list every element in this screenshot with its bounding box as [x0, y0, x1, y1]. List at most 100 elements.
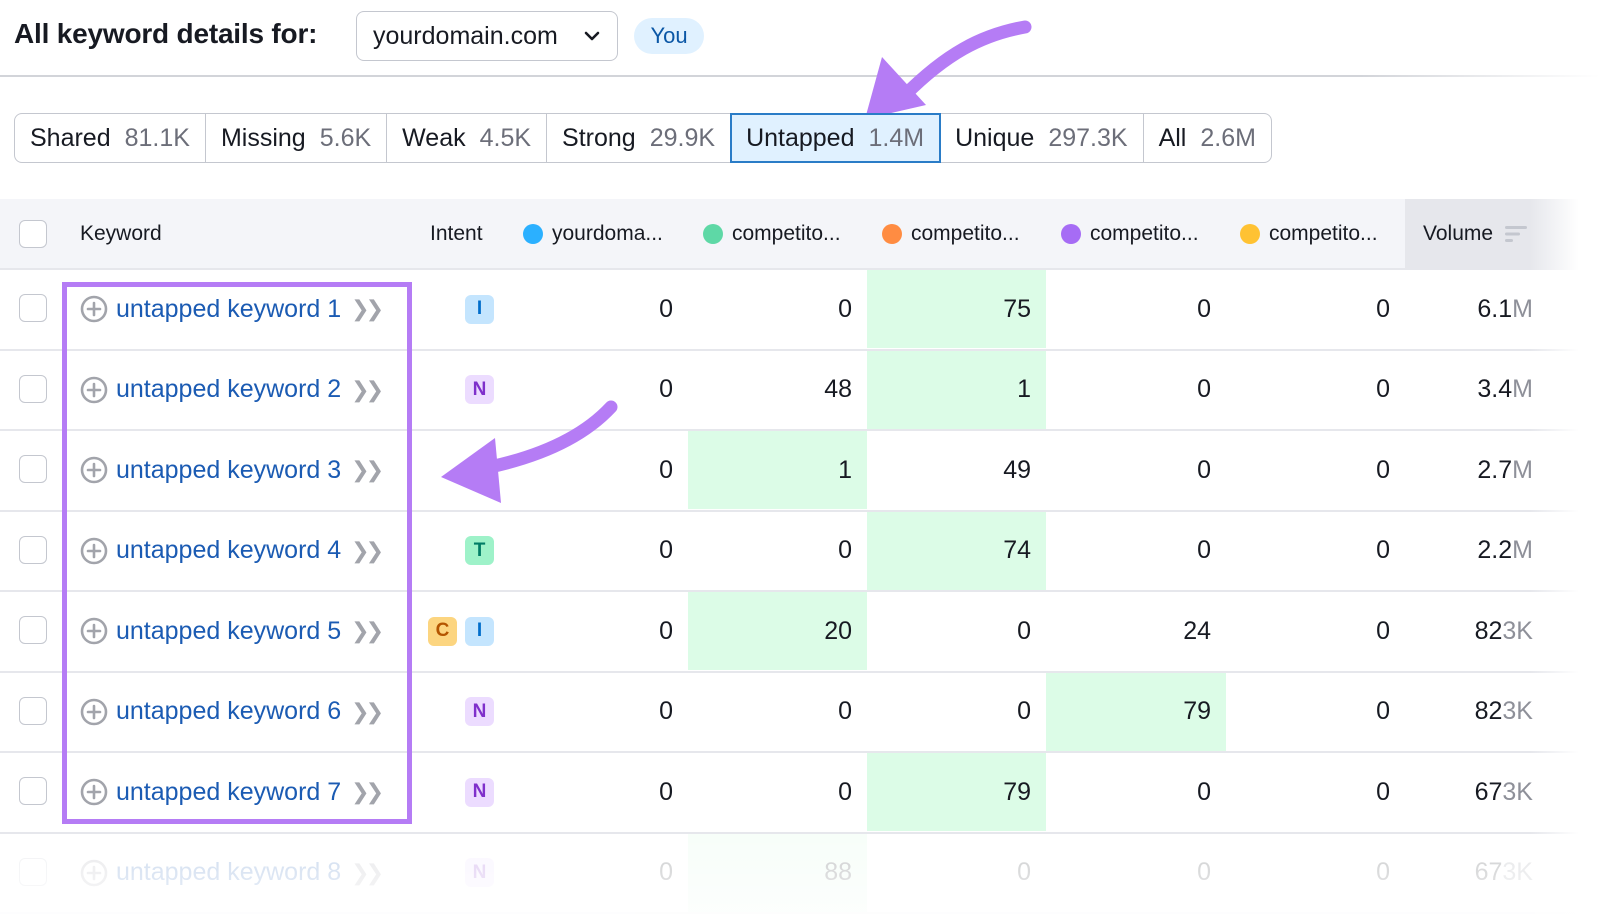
row-checkbox[interactable]: [19, 616, 47, 644]
add-keyword-icon[interactable]: [80, 295, 108, 323]
position-cell: 0: [1197, 455, 1211, 484]
volume-value: 6.1: [1477, 294, 1513, 323]
keyword-details-chevron-icon[interactable]: ❯❯: [351, 779, 384, 805]
table-row: untapped keyword 1 ❯❯ I 0 0 75 0 0 6.1 M: [0, 270, 1600, 351]
tab-unique[interactable]: Unique 297.3K: [940, 114, 1144, 162]
keyword-text: untapped keyword 3: [116, 455, 342, 484]
tab-label: Weak: [402, 123, 466, 152]
tab-missing[interactable]: Missing 5.6K: [206, 114, 388, 162]
keyword-link[interactable]: untapped keyword 1 ❯❯: [80, 270, 384, 348]
position-cell: 0: [659, 375, 673, 403]
tab-label: Strong: [562, 123, 636, 152]
position-cell: 0: [1017, 697, 1031, 725]
select-all-checkbox[interactable]: [19, 220, 47, 248]
keyword-link[interactable]: untapped keyword 4 ❯❯: [80, 512, 384, 590]
page-title: All keyword details for:: [14, 18, 318, 49]
position-cell: 79: [1046, 672, 1226, 751]
tab-strong[interactable]: Strong 29.9K: [547, 114, 732, 162]
domain-dropdown[interactable]: yourdomain.com: [356, 11, 618, 61]
column-header-intent[interactable]: Intent: [430, 199, 483, 268]
intent-badge-t: T: [465, 536, 494, 565]
tab-label: Unique: [955, 123, 1035, 152]
tab-count: 29.9K: [649, 123, 716, 152]
keyword-text: untapped keyword 5: [116, 616, 342, 645]
add-keyword-icon[interactable]: [80, 537, 108, 565]
column-header-your-domain[interactable]: yourdoma...: [523, 199, 663, 268]
position-cell: 0: [1376, 616, 1390, 645]
tab-count: 297.3K: [1048, 123, 1128, 152]
keyword-details-chevron-icon[interactable]: ❯❯: [351, 377, 384, 403]
keyword-text: untapped keyword 8: [116, 858, 342, 886]
column-header-label: competito...: [1090, 221, 1199, 245]
volume-cell: 2.2 M: [1405, 512, 1548, 590]
position-cell: 75: [867, 270, 1046, 348]
keyword-details-chevron-icon[interactable]: ❯❯: [351, 457, 384, 483]
sort-icon[interactable]: [1505, 225, 1528, 243]
keyword-details-chevron-icon[interactable]: ❯❯: [351, 296, 384, 322]
add-keyword-icon[interactable]: [80, 617, 108, 645]
tab-weak[interactable]: Weak 4.5K: [387, 114, 548, 162]
intent-badges: T: [465, 512, 494, 590]
row-checkbox[interactable]: [19, 777, 47, 805]
position-cell: 0: [1197, 294, 1211, 323]
row-checkbox[interactable]: [19, 374, 47, 403]
keyword-link[interactable]: untapped keyword 6 ❯❯: [80, 673, 384, 751]
keyword-link[interactable]: untapped keyword 5 ❯❯: [80, 592, 384, 670]
column-header-volume[interactable]: Volume: [1405, 199, 1600, 268]
position-cell: 0: [1197, 858, 1211, 886]
row-checkbox[interactable]: [19, 455, 47, 483]
position-cell: 0: [1376, 697, 1390, 725]
keyword-link[interactable]: untapped keyword 7 ❯❯: [80, 753, 384, 831]
table-row: untapped keyword 6 ❯❯ N 0 0 0 79 0 82 3K: [0, 672, 1600, 753]
header: All keyword details for: yourdomain.com …: [0, 0, 1600, 78]
keyword-link[interactable]: untapped keyword 3 ❯❯: [80, 431, 384, 509]
volume-unit: 3K: [1502, 858, 1533, 886]
keyword-link[interactable]: untapped keyword 2 ❯❯: [80, 351, 384, 429]
intent-badge-n: N: [465, 777, 494, 807]
keyword-details-chevron-icon[interactable]: ❯❯: [351, 618, 384, 644]
row-checkbox[interactable]: [19, 535, 47, 564]
tab-count: 81.1K: [124, 123, 190, 152]
column-header-competitor-1[interactable]: competito...: [703, 199, 841, 268]
add-keyword-icon[interactable]: [80, 376, 108, 404]
column-header-competitor-2[interactable]: competito...: [882, 199, 1020, 268]
table-row: untapped keyword 3 ❯❯ 0 1 49 0 0 2.7 M: [0, 431, 1600, 512]
intent-badge-n: N: [465, 858, 494, 887]
keyword-details-chevron-icon[interactable]: ❯❯: [351, 699, 384, 725]
column-header-label: yourdoma...: [552, 221, 663, 245]
tab-count: 1.4M: [868, 123, 925, 152]
add-keyword-icon[interactable]: [80, 859, 108, 887]
column-header-keyword[interactable]: Keyword: [80, 199, 162, 268]
position-cell: 0: [1017, 858, 1031, 886]
add-keyword-icon[interactable]: [80, 778, 108, 806]
add-keyword-icon[interactable]: [80, 698, 108, 726]
column-header-competitor-4[interactable]: competito...: [1240, 199, 1378, 268]
table-header: Keyword Intent yourdoma... competito... co…: [0, 199, 1600, 270]
row-checkbox[interactable]: [19, 696, 47, 725]
keyword-details-chevron-icon[interactable]: ❯❯: [351, 860, 384, 886]
position-cell: 0: [838, 697, 852, 725]
position-cell: 0: [1197, 375, 1211, 403]
intent-badge-i: I: [465, 616, 494, 646]
tab-all[interactable]: All 2.6M: [1144, 114, 1271, 162]
row-checkbox[interactable]: [19, 857, 47, 886]
intent-badge-i: I: [465, 294, 494, 324]
tab-shared[interactable]: Shared 81.1K: [15, 114, 206, 162]
intent-badges: N: [465, 753, 494, 831]
position-cell: 0: [1376, 375, 1390, 403]
keyword-details-chevron-icon[interactable]: ❯❯: [351, 538, 384, 564]
column-header-competitor-3[interactable]: competito...: [1061, 199, 1199, 268]
volume-unit: M: [1512, 536, 1533, 564]
volume-unit: M: [1512, 375, 1533, 403]
row-checkbox[interactable]: [19, 294, 47, 322]
keyword-link[interactable]: untapped keyword 8 ❯❯: [80, 834, 384, 912]
add-keyword-icon[interactable]: [80, 456, 108, 484]
position-cell: 0: [1197, 777, 1211, 806]
position-cell: 0: [659, 455, 673, 484]
table-row: untapped keyword 7 ❯❯ N 0 0 79 0 0 67 3K: [0, 753, 1600, 834]
volume-cell: 82 3K: [1405, 673, 1548, 751]
tab-label: Untapped: [746, 123, 855, 152]
intent-badge-c: C: [428, 616, 457, 646]
domain-dropdown-value: yourdomain.com: [373, 21, 558, 50]
tab-untapped[interactable]: Untapped 1.4M: [730, 113, 942, 163]
